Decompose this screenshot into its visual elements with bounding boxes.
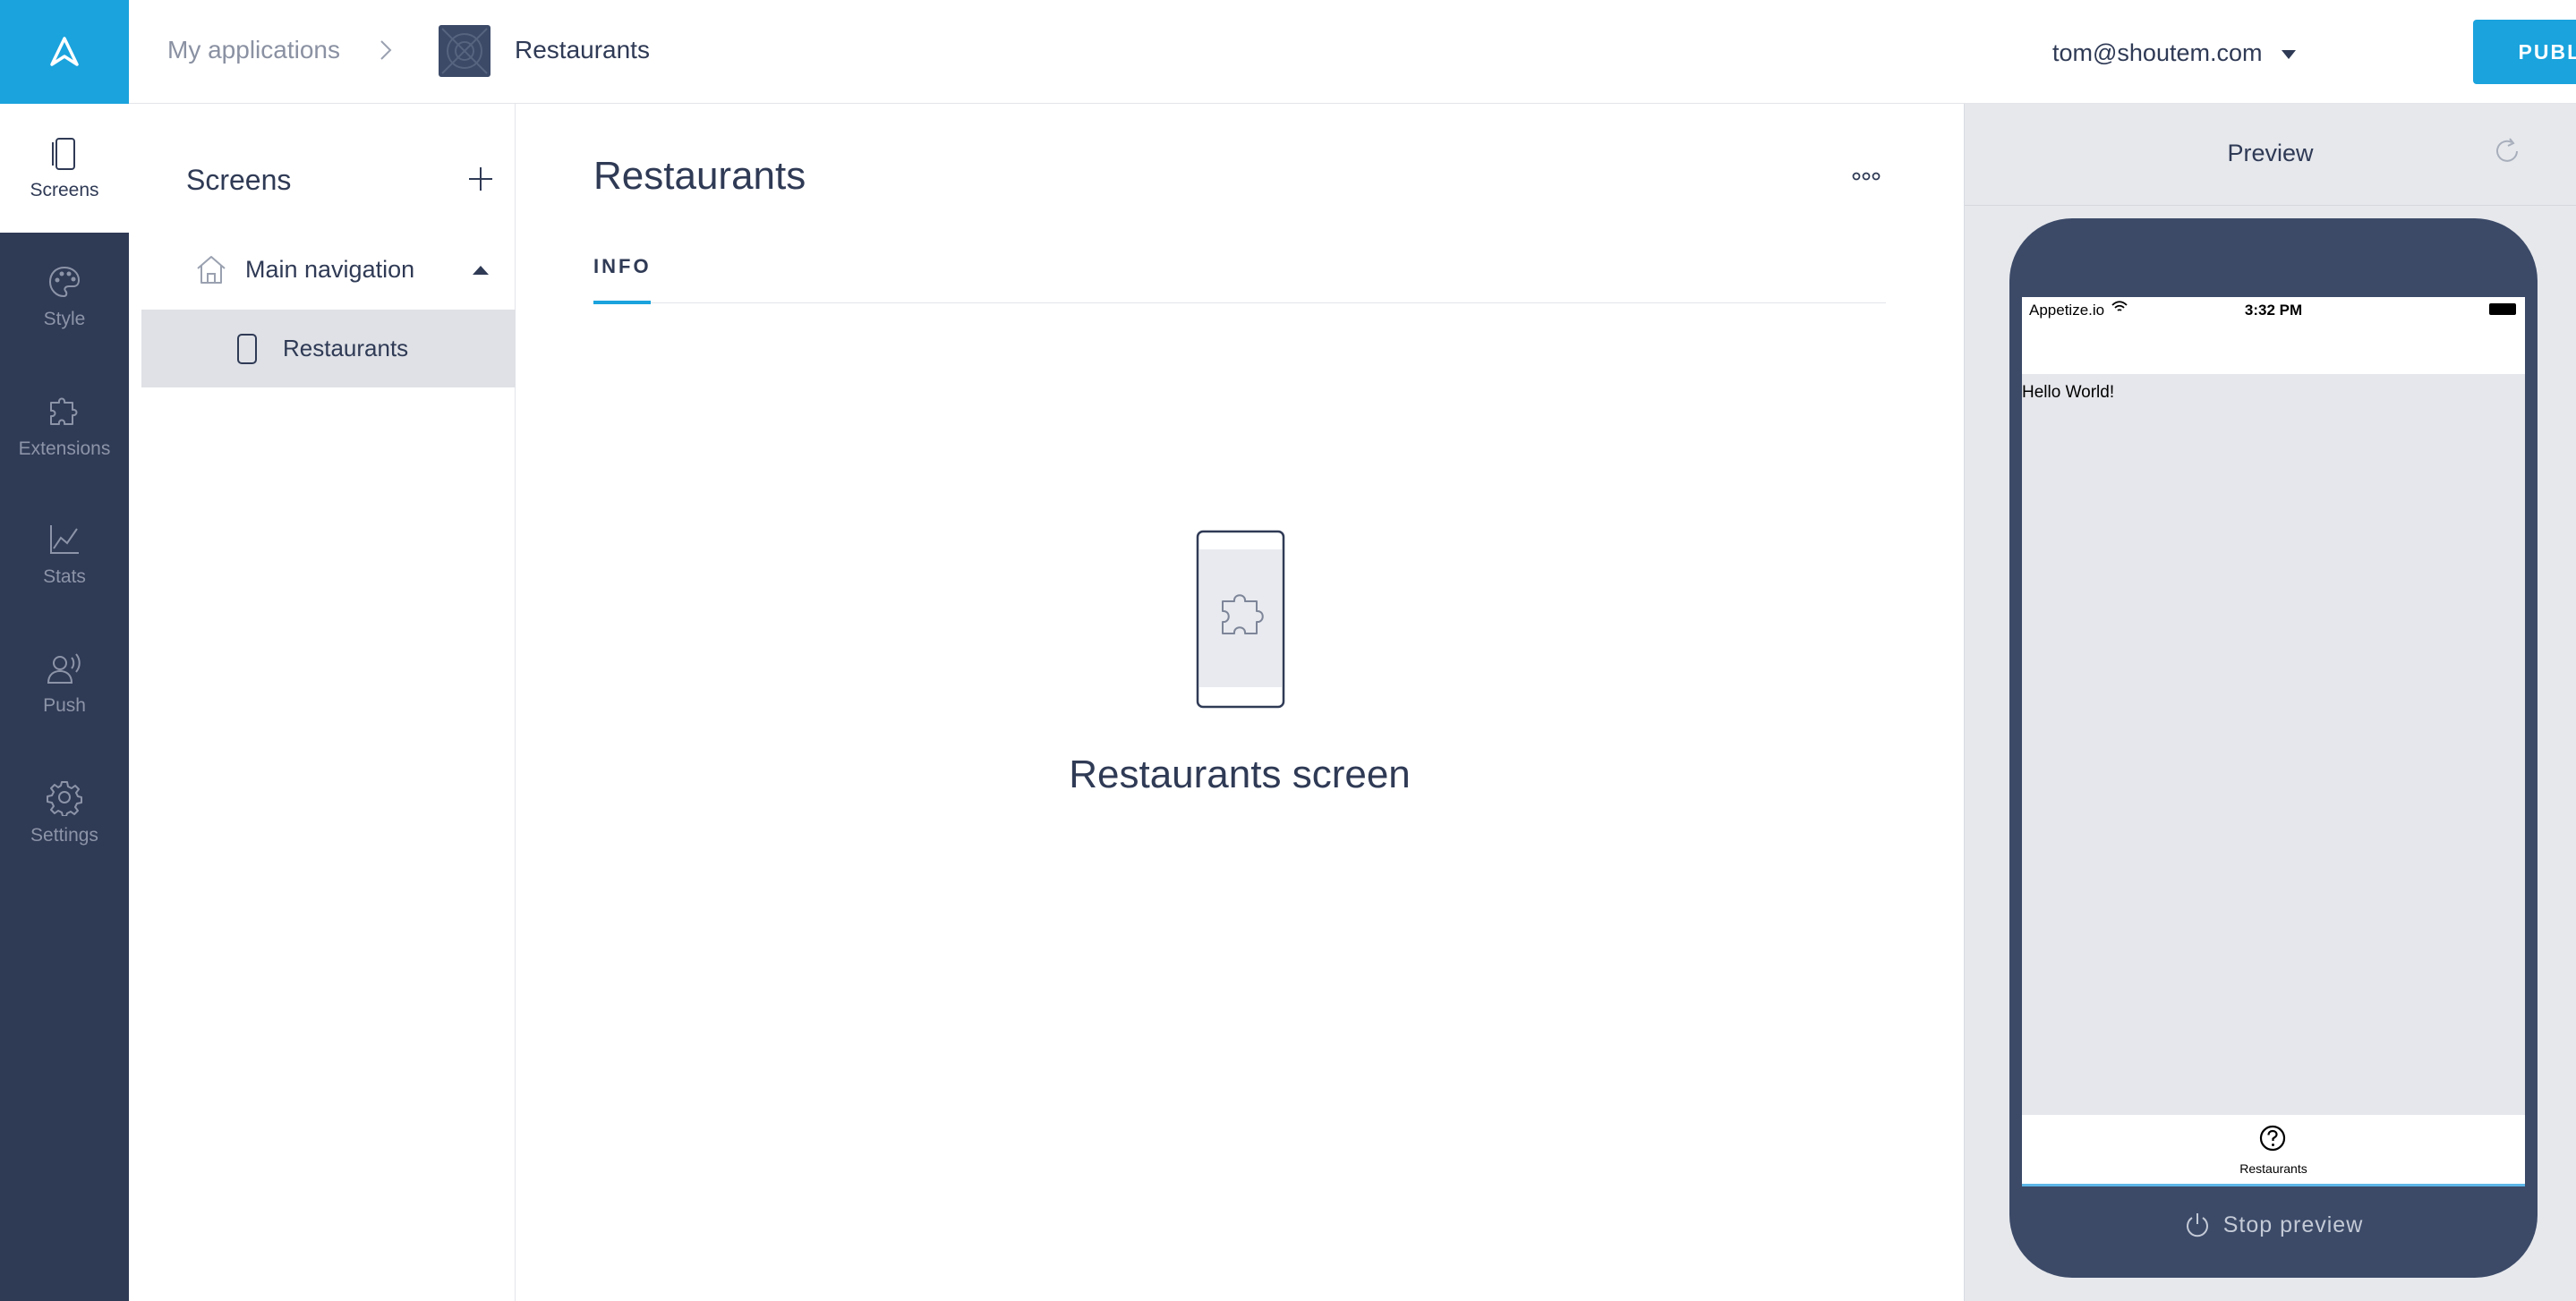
user-email[interactable]: tom@shoutem.com: [2052, 39, 2262, 67]
app-logo[interactable]: [0, 0, 129, 104]
add-screen-icon[interactable]: [467, 166, 494, 192]
main-navigation-row[interactable]: Main navigation: [129, 238, 516, 301]
palette-icon: [48, 266, 81, 298]
nav-item-settings[interactable]: Settings: [0, 748, 129, 877]
stop-preview-label: Stop preview: [2222, 1212, 2364, 1237]
app-content-text: Hello World!: [2022, 383, 2115, 402]
nav-item-extensions[interactable]: Extensions: [0, 361, 129, 490]
app-thumbnail: [439, 25, 490, 77]
tab-divider: [593, 302, 1886, 303]
left-navigation: Screens Style Extensions Stats Push Sett…: [0, 104, 129, 1301]
question-circle-icon[interactable]: [2258, 1124, 2287, 1152]
more-options-icon[interactable]: [1852, 172, 1881, 181]
extension-placeholder-illustration: [1196, 530, 1285, 709]
caret-down-icon[interactable]: [2282, 50, 2296, 59]
preview-panel: Preview Appetize.io 3:32 PM Hello World!: [1964, 104, 2576, 1301]
caret-up-icon[interactable]: [473, 266, 489, 275]
main-navigation-label: Main navigation: [245, 256, 415, 283]
preview-header: Preview: [1965, 104, 2576, 206]
nav-item-screens[interactable]: Screens: [0, 104, 129, 233]
nav-item-label: Style: [43, 309, 86, 329]
breadcrumb-app-name[interactable]: Restaurants: [515, 36, 650, 64]
empty-state-text: Restaurants screen: [1069, 753, 1411, 796]
chevron-right-icon: [380, 40, 392, 60]
nav-item-label: Push: [43, 695, 86, 716]
screen-item-restaurants[interactable]: Restaurants: [141, 310, 516, 387]
home-icon: [197, 256, 226, 284]
puzzle-icon: [50, 397, 78, 425]
main-content: Restaurants INFO Restaurants screen: [516, 104, 1964, 1301]
top-bar: My applications Restaurants tom@shoutem.…: [129, 0, 2576, 104]
nav-item-stats[interactable]: Stats: [0, 490, 129, 619]
phone-frame: Appetize.io 3:32 PM Hello World! Restaur…: [2009, 218, 2538, 1278]
push-icon: [47, 653, 81, 684]
breadcrumb-my-applications[interactable]: My applications: [167, 36, 340, 64]
battery-icon: [2489, 303, 2516, 315]
screens-panel: Screens Main navigation Restaurants: [129, 104, 516, 1301]
chart-icon: [50, 525, 79, 554]
nav-item-label: Extensions: [18, 438, 111, 459]
publish-button[interactable]: PUBLISH: [2473, 20, 2576, 84]
gear-icon: [47, 781, 82, 816]
screens-panel-title: Screens: [186, 164, 292, 196]
power-icon: [2186, 1213, 2208, 1237]
nav-item-style[interactable]: Style: [0, 233, 129, 361]
app-tab-label[interactable]: Restaurants: [2022, 1161, 2525, 1176]
status-time: 3:32 PM: [2244, 302, 2303, 319]
stop-preview-button[interactable]: Stop preview: [2009, 1212, 2538, 1238]
nav-item-label: Settings: [30, 825, 98, 846]
refresh-icon[interactable]: [2492, 136, 2522, 166]
phone-icon: [237, 334, 257, 364]
screens-icon: [52, 138, 75, 170]
nav-item-push[interactable]: Push: [0, 619, 129, 748]
phone-screen[interactable]: Appetize.io 3:32 PM Hello World! Restaur…: [2022, 297, 2525, 1186]
tab-active-indicator: [593, 301, 651, 304]
nav-item-label: Stats: [43, 566, 86, 587]
logo-icon: [50, 37, 79, 66]
nav-item-label: Screens: [30, 180, 99, 200]
status-bar: Appetize.io 3:32 PM: [2022, 297, 2525, 324]
preview-title: Preview: [2227, 140, 2314, 166]
app-navbar: [2022, 324, 2525, 374]
tab-info[interactable]: INFO: [593, 255, 652, 278]
app-tabbar: Restaurants: [2022, 1115, 2525, 1186]
page-title: Restaurants: [593, 154, 806, 198]
screen-item-label: Restaurants: [283, 335, 409, 361]
